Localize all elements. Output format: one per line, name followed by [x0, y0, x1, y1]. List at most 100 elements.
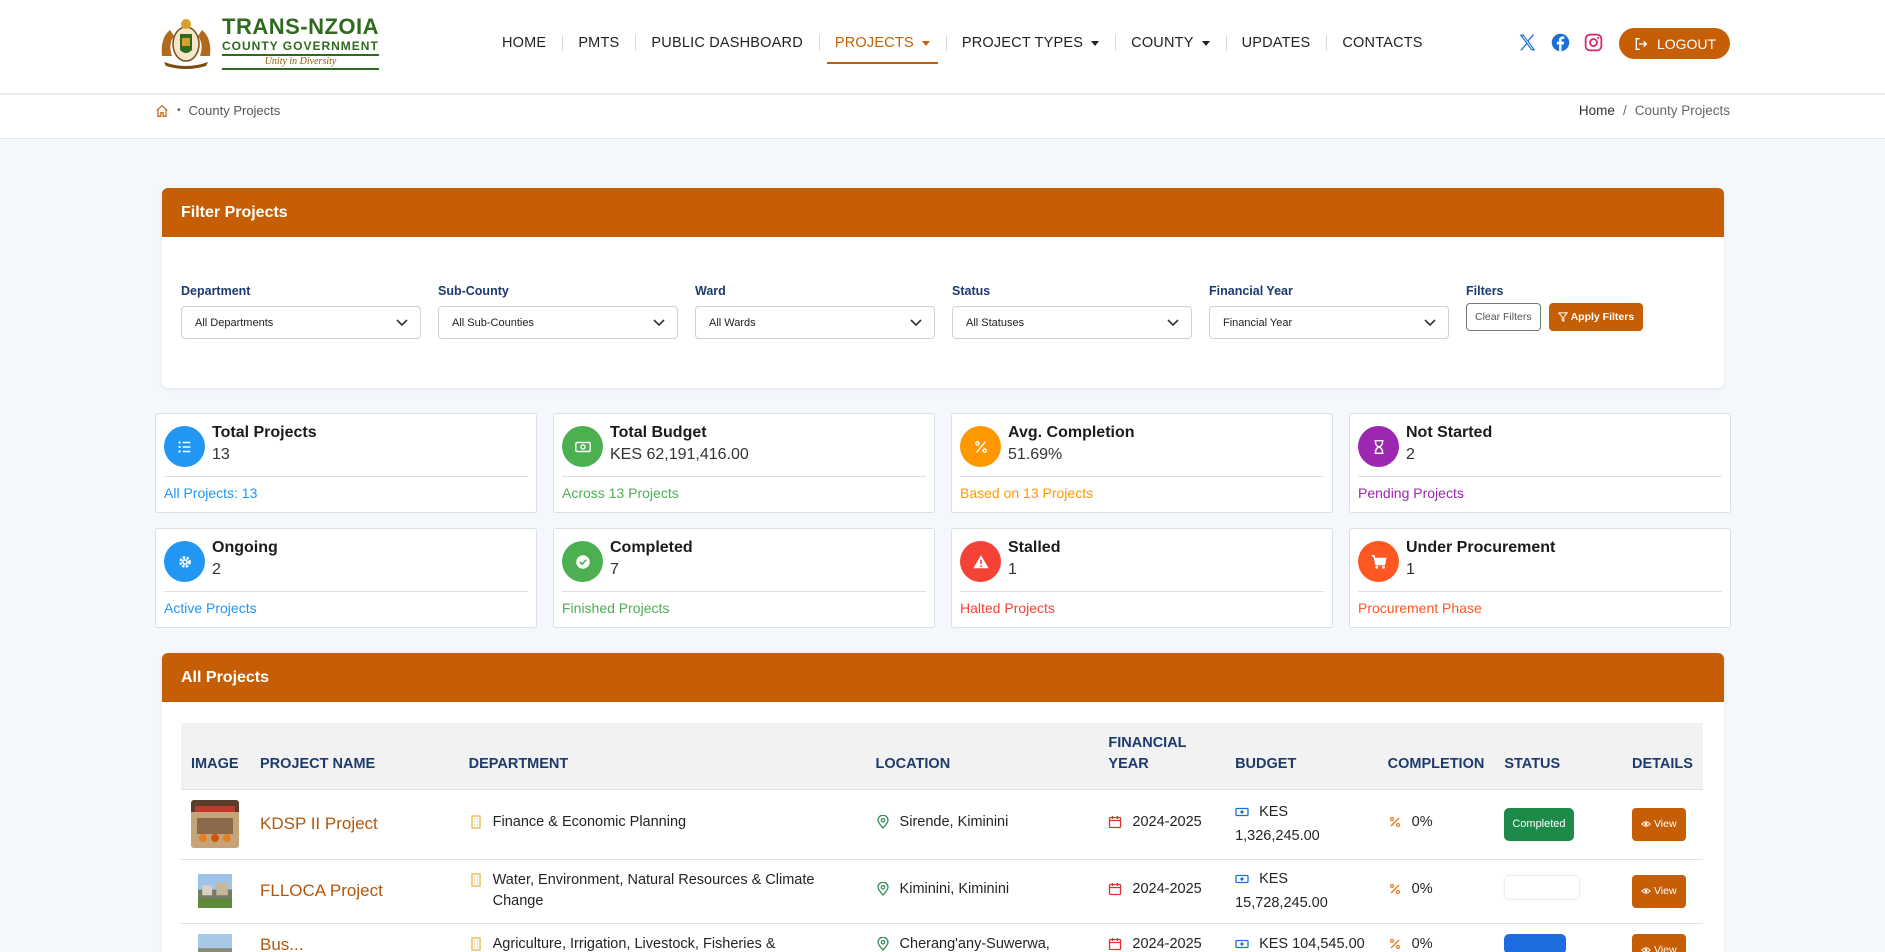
stat-card-completed: Completed 7 Finished Projects	[553, 528, 935, 628]
filter-buttons: Clear Filters Apply Filters	[1466, 303, 1666, 331]
map-pin-icon	[876, 815, 889, 829]
fy-cell: 2024-2025	[1098, 788, 1226, 859]
nav-projects[interactable]: PROJECTS	[818, 28, 946, 64]
project-thumbnail[interactable]	[191, 800, 239, 848]
stat-value: 13	[212, 446, 230, 463]
col-location: LOCATION	[865, 723, 1099, 789]
stat-note: All Projects: 13	[164, 485, 258, 501]
stat-divider	[960, 591, 1324, 592]
status-filter: Status All Statuses	[952, 284, 1192, 339]
view-label: View	[1653, 817, 1677, 830]
stat-divider	[562, 591, 926, 592]
percent-icon	[974, 440, 987, 453]
project-name-link[interactable]: KDSP II Project	[260, 814, 378, 833]
department-with-icon: Water, Environment, Natural Resources & …	[469, 870, 856, 912]
clear-filters-button[interactable]: Clear Filters	[1466, 303, 1541, 331]
building-icon	[470, 873, 481, 887]
project-name-link[interactable]: Bus...	[260, 935, 303, 952]
stat-value: 2	[212, 561, 221, 578]
nav-public-dashboard[interactable]: PUBLIC DASHBOARD	[635, 28, 818, 58]
stat-card-not-started: Not Started 2 Pending Projects	[1349, 413, 1731, 513]
building-icon	[470, 936, 481, 951]
project-thumbnail[interactable]	[191, 933, 239, 952]
subcounty-filter-label: Sub-County	[438, 284, 509, 298]
nav-contacts[interactable]: CONTACTS	[1326, 28, 1438, 58]
county-logo[interactable]: TRANS-NZOIA COUNTY GOVERNMENT Unity in D…	[156, 16, 380, 70]
stat-icon-wrap	[960, 426, 1001, 467]
filter-panel: Filter Projects Department All Departmen…	[162, 188, 1724, 388]
apply-filters-button[interactable]: Apply Filters	[1548, 303, 1644, 331]
county-seal-icon	[161, 19, 211, 69]
financial-year-filter-label: Financial Year	[1209, 284, 1293, 298]
col-fy-line2: YEAR	[1108, 755, 1149, 772]
nav-project-types[interactable]: PROJECT TYPES	[945, 28, 1115, 58]
instagram-icon[interactable]	[1583, 32, 1604, 53]
table-header-row: IMAGE PROJECT NAME DEPARTMENT LOCATION F…	[181, 723, 1703, 789]
ward-select[interactable]: All Wards	[695, 306, 935, 339]
status-select-value: All Statuses	[966, 316, 1025, 329]
calendar-icon	[1109, 883, 1122, 896]
image-cell	[181, 922, 250, 952]
nav-pmts[interactable]: PMTS	[562, 28, 635, 58]
budget-with-icon: KES 104,545.00	[1235, 934, 1365, 952]
nav-updates[interactable]: UPDATES	[1225, 28, 1327, 58]
location-with-icon: Kiminini, Kiminini	[876, 879, 1009, 900]
projects-panel-title: All Projects	[162, 653, 1724, 702]
stat-note: Across 13 Projects	[562, 485, 679, 501]
view-button[interactable]: View	[1631, 933, 1686, 952]
status-badge	[1504, 875, 1581, 900]
location-with-icon: Sirende, Kiminini	[876, 812, 1008, 833]
money-icon	[574, 441, 591, 452]
project-name-link[interactable]: FLLOCA Project	[260, 881, 383, 900]
eye-icon	[1641, 888, 1651, 894]
financial-year-select-value: Financial Year	[1223, 316, 1293, 329]
stat-divider	[1358, 476, 1722, 477]
facebook-icon[interactable]	[1550, 32, 1571, 53]
fy-text: 2024-2025	[1132, 881, 1202, 897]
project-thumbnail[interactable]	[191, 874, 239, 908]
money-icon	[1235, 874, 1249, 883]
home-icon[interactable]	[155, 104, 169, 118]
budget-cell: KES 15,728,245.00	[1225, 858, 1378, 923]
completion-cell: 0%	[1377, 858, 1495, 923]
x-icon[interactable]	[1517, 32, 1538, 53]
financial-year-filter: Financial Year Financial Year	[1209, 284, 1449, 339]
stat-icon-wrap	[164, 541, 205, 582]
location-with-icon: Cherang'any-Suwerwa,	[876, 934, 1050, 952]
stat-note: Based on 13 Projects	[960, 485, 1094, 501]
breadcrumb: • County Projects	[155, 103, 280, 118]
subcounty-select-value: All Sub-Counties	[452, 316, 534, 329]
view-label: View	[1653, 943, 1677, 952]
nav-home[interactable]: HOME	[486, 28, 562, 58]
gear-icon	[178, 555, 191, 568]
status-select[interactable]: All Statuses	[952, 306, 1192, 339]
chevron-down-icon	[653, 319, 665, 327]
completion-with-icon: 0%	[1388, 879, 1433, 900]
details-cell: View	[1621, 922, 1703, 952]
col-budget: BUDGET	[1225, 723, 1378, 789]
stat-card-ongoing: Ongoing 2 Active Projects	[155, 528, 537, 628]
percent-icon	[1389, 938, 1400, 949]
completion-with-icon: 0%	[1388, 812, 1433, 833]
subcounty-select[interactable]: All Sub-Counties	[438, 306, 678, 339]
image-cell	[181, 788, 250, 859]
financial-year-select[interactable]: Financial Year	[1209, 306, 1449, 339]
breadcrumb-home-link[interactable]: Home	[1579, 103, 1615, 118]
view-button[interactable]: View	[1631, 807, 1686, 841]
completion-cell: 0%	[1377, 922, 1495, 952]
stat-card-total-budget: Total Budget KES 62,191,416.00 Across 13…	[553, 413, 935, 513]
filter-actions-label: Filters	[1466, 284, 1504, 298]
percent-icon	[1389, 816, 1400, 828]
caret-down-icon	[921, 40, 930, 46]
details-cell: View	[1621, 858, 1703, 923]
nav-county[interactable]: COUNTY	[1115, 28, 1225, 58]
view-button[interactable]: View	[1631, 874, 1686, 908]
stat-note: Active Projects	[164, 600, 257, 616]
stat-value: KES 62,191,416.00	[610, 446, 749, 463]
budget-line2: 15,728,245.00	[1235, 894, 1328, 911]
projects-panel: All Projects IMAGE PROJECT NAME DEPARTME…	[162, 653, 1724, 952]
department-select[interactable]: All Departments	[181, 306, 421, 339]
chevron-down-icon	[910, 319, 922, 327]
logout-button[interactable]: LOGOUT	[1619, 28, 1730, 59]
cart-icon	[1371, 554, 1387, 569]
